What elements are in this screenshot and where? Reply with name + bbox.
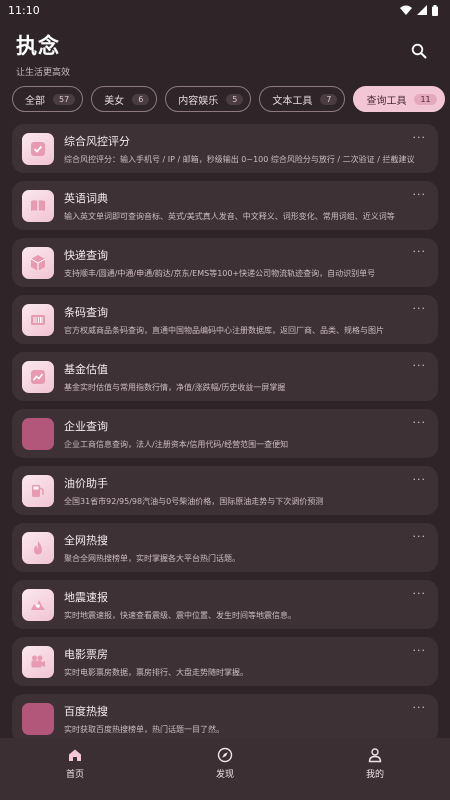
- app-subtitle: 让生活更高效: [16, 68, 71, 78]
- tab-label: 内容娱乐: [178, 95, 219, 107]
- more-options-button[interactable]: ···: [413, 131, 427, 144]
- tool-title: 基金估值: [64, 362, 108, 376]
- tool-title: 英语词典: [64, 191, 108, 205]
- battery-icon: [432, 4, 438, 16]
- tool-title: 百度热搜: [64, 704, 108, 718]
- nav-label: 我的: [365, 770, 384, 780]
- tab-label: 查询工具: [366, 95, 407, 107]
- app-title: 执念: [16, 34, 60, 58]
- shield-check-icon: [22, 132, 54, 165]
- tool-card-express-tracking[interactable]: 快递查询 支持顺丰/圆通/中通/申通/韵达/京东/EMS等100+快递公司物流轨…: [12, 238, 438, 287]
- nav-label: 首页: [65, 770, 84, 780]
- more-options-button[interactable]: ···: [413, 245, 427, 258]
- tab-count-badge: 7: [320, 93, 338, 105]
- tool-title: 企业查询: [64, 419, 108, 433]
- fuel-pump-icon: [22, 474, 54, 507]
- nav-discover[interactable]: 发现: [185, 747, 265, 780]
- tab-text-tools[interactable]: 文本工具 7: [259, 86, 346, 112]
- tool-description: 官方权威商品条码查询，直通中国物品编码中心注册数据库，返回厂商、品类、规格与图片: [64, 325, 384, 335]
- tab-count-badge: 57: [53, 93, 76, 105]
- tool-title: 全网热搜: [64, 533, 108, 547]
- tab-all[interactable]: 全部 57: [12, 86, 84, 112]
- status-bar: 11:10: [0, 0, 450, 20]
- category-tabs: 全部 57 美女 6 内容娱乐 5 文本工具 7 查询工具 11: [0, 82, 450, 116]
- more-options-button[interactable]: ···: [413, 416, 427, 429]
- tab-beauty[interactable]: 美女 6: [91, 86, 158, 112]
- tool-description: 实时地震速报，快速查看震级、震中位置、发生时间等地震信息。: [64, 610, 296, 620]
- more-options-button[interactable]: ···: [413, 359, 427, 372]
- package-icon: [22, 246, 54, 279]
- more-options-button[interactable]: ···: [413, 701, 427, 714]
- more-options-button[interactable]: ···: [413, 587, 427, 600]
- tool-description: 聚合全网热搜榜单，实时掌握各大平台热门话题。: [64, 553, 240, 563]
- tool-title: 条码查询: [64, 305, 108, 319]
- tool-title: 综合风控评分: [64, 134, 130, 148]
- tool-description: 支持顺丰/圆通/中通/申通/韵达/京东/EMS等100+快递公司物流轨迹查询，自…: [64, 268, 376, 278]
- bottom-navigation: 首页 发现 我的: [0, 738, 450, 800]
- home-icon: [69, 749, 81, 761]
- cell-signal-icon: [417, 5, 427, 15]
- tool-title: 快递查询: [64, 248, 108, 262]
- more-options-button[interactable]: ···: [413, 302, 427, 315]
- app-header: 执念 让生活更高效: [0, 20, 450, 82]
- nav-profile[interactable]: 我的: [335, 747, 415, 780]
- tool-card-baidu-trending[interactable]: 百度热搜 实时获取百度热搜榜单，热门话题一目了然。 ···: [12, 694, 438, 743]
- book-icon: [22, 189, 54, 222]
- tool-description: 实时获取百度热搜榜单，热门话题一目了然。: [64, 724, 224, 734]
- more-options-button[interactable]: ···: [413, 188, 427, 201]
- tool-card-english-dictionary[interactable]: 英语词典 输入英文单词即可查询音标、英式/美式真人发音、中文释义、词形变化、常用…: [12, 181, 438, 230]
- tool-list: 综合风控评分 综合风控评分：输入手机号 / IP / 邮箱，秒级输出 0~100…: [0, 116, 450, 743]
- flame-icon: [22, 531, 54, 564]
- tool-card-risk-score[interactable]: 综合风控评分 综合风控评分：输入手机号 / IP / 邮箱，秒级输出 0~100…: [12, 124, 438, 173]
- more-options-button[interactable]: ···: [413, 644, 427, 657]
- barcode-icon: [22, 303, 54, 336]
- tab-query-tools[interactable]: 查询工具 11: [353, 86, 445, 112]
- tool-card-earthquake-alert[interactable]: 地震速报 实时地震速报，快速查看震级、震中位置、发生时间等地震信息。 ···: [12, 580, 438, 629]
- tool-title: 油价助手: [64, 476, 108, 490]
- tool-card-fund-valuation[interactable]: 基金估值 基金实时估值与常用指数行情，净值/涨跌幅/历史收益一屏掌握 ···: [12, 352, 438, 401]
- placeholder-icon: [22, 417, 54, 450]
- status-icons: [400, 4, 438, 16]
- tool-title: 地震速报: [64, 590, 108, 604]
- placeholder-icon: [22, 702, 54, 735]
- status-time: 11:10: [8, 3, 40, 17]
- tab-count-badge: 6: [132, 93, 150, 105]
- nav-label: 发现: [215, 770, 234, 780]
- tool-description: 综合风控评分：输入手机号 / IP / 邮箱，秒级输出 0~100 综合风险分与…: [64, 154, 415, 164]
- tool-card-fuel-price[interactable]: 油价助手 全国31省市92/95/98汽油与0号柴油价格，国际原油走势与下次调价…: [12, 466, 438, 515]
- tool-description: 企业工商信息查询，法人/注册资本/信用代码/经营范围一查便知: [64, 439, 289, 449]
- tab-entertainment[interactable]: 内容娱乐 5: [165, 86, 252, 112]
- tab-count-badge: 11: [414, 93, 437, 105]
- tool-title: 电影票房: [64, 647, 108, 661]
- tab-label: 美女: [104, 95, 125, 107]
- more-options-button[interactable]: ···: [413, 473, 427, 486]
- tool-card-trending-search[interactable]: 全网热搜 聚合全网热搜榜单，实时掌握各大平台热门话题。 ···: [12, 523, 438, 572]
- search-icon: [411, 43, 427, 59]
- tool-description: 全国31省市92/95/98汽油与0号柴油价格，国际原油走势与下次调价预测: [64, 496, 324, 506]
- person-icon: [368, 748, 382, 763]
- tool-card-company-lookup[interactable]: 企业查询 企业工商信息查询，法人/注册资本/信用代码/经营范围一查便知 ···: [12, 409, 438, 458]
- search-button[interactable]: [404, 36, 434, 66]
- tool-description: 实时电影票房数据，票房排行、大盘走势随时掌握。: [64, 667, 248, 677]
- more-options-button[interactable]: ···: [413, 530, 427, 543]
- tool-description: 基金实时估值与常用指数行情，净值/涨跌幅/历史收益一屏掌握: [64, 382, 286, 392]
- nav-home[interactable]: 首页: [35, 747, 115, 780]
- tool-card-barcode-lookup[interactable]: 条码查询 官方权威商品条码查询，直通中国物品编码中心注册数据库，返回厂商、品类、…: [12, 295, 438, 344]
- compass-icon: [217, 747, 233, 763]
- tab-count-badge: 5: [226, 93, 244, 105]
- earthquake-icon: [22, 588, 54, 621]
- film-camera-icon: [22, 645, 54, 678]
- wifi-icon: [400, 5, 412, 15]
- tab-label: 全部: [25, 95, 45, 107]
- trend-chart-icon: [22, 360, 54, 393]
- tool-description: 输入英文单词即可查询音标、英式/美式真人发音、中文释义、词形变化、常用词组、近义…: [64, 211, 395, 221]
- tool-card-box-office[interactable]: 电影票房 实时电影票房数据，票房排行、大盘走势随时掌握。 ···: [12, 637, 438, 686]
- tab-label: 文本工具: [272, 95, 313, 107]
